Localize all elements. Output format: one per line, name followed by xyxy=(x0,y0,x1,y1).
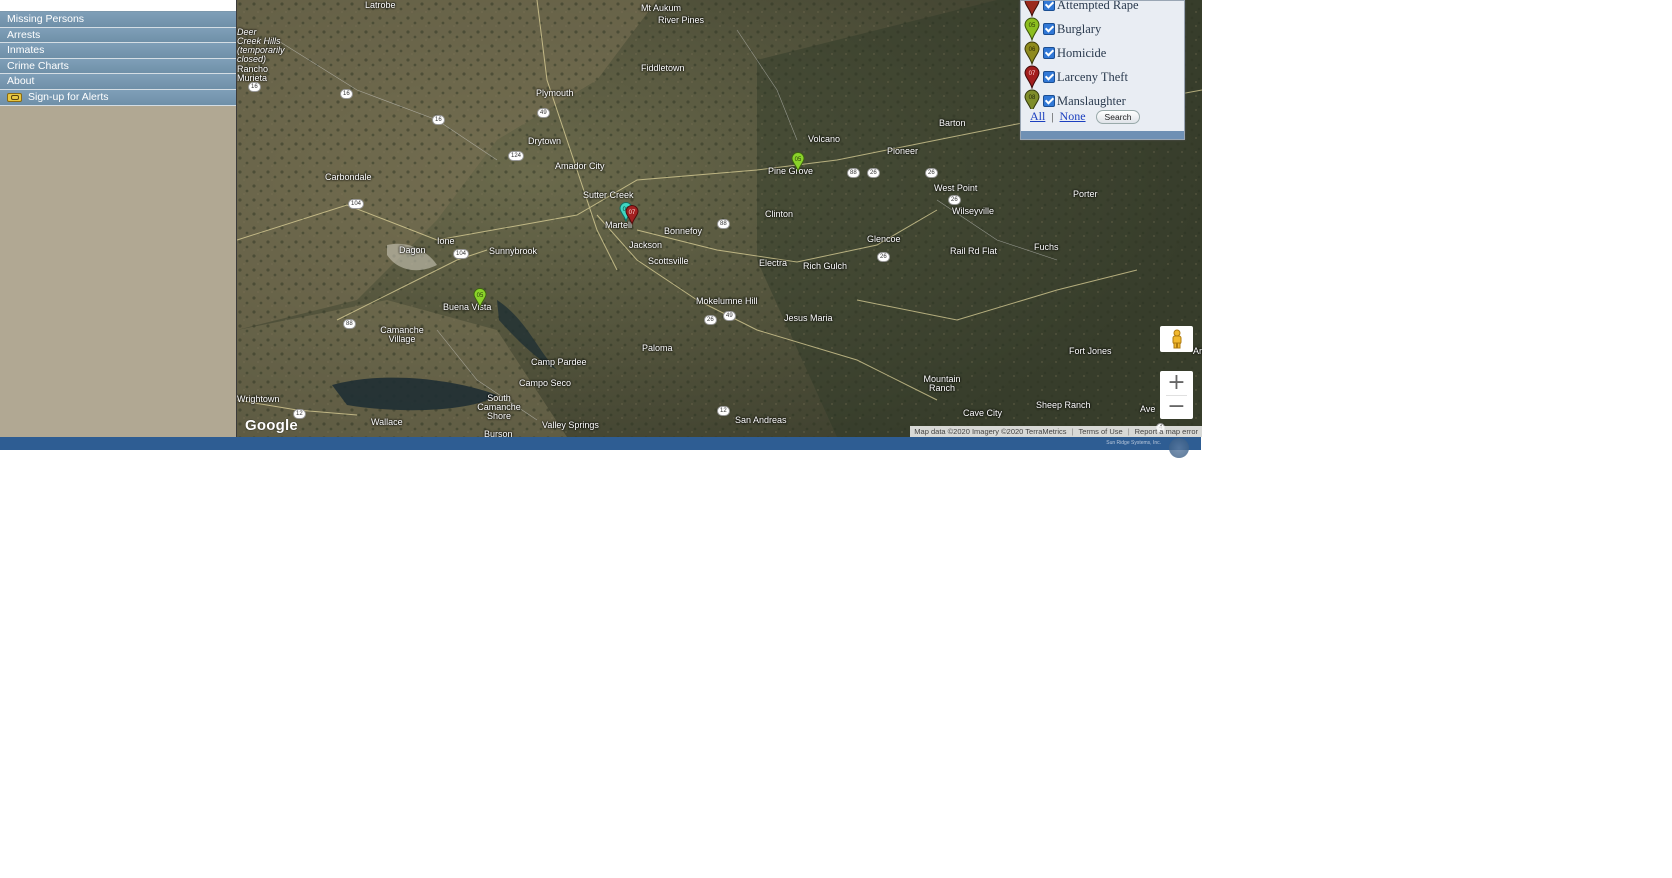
search-button[interactable]: Search xyxy=(1095,109,1141,124)
sidebar-item-crime-charts[interactable]: Crime Charts xyxy=(0,58,236,74)
select-none-link[interactable]: None xyxy=(1060,109,1086,124)
legend-checkbox[interactable] xyxy=(1043,95,1055,107)
sidebar-item-alerts[interactable]: Sign-up for Alerts xyxy=(0,89,236,106)
footer-brand: Sun Ridge Systems, Inc. xyxy=(1106,440,1161,446)
legend-item-larceny-theft[interactable]: 07 Larceny Theft xyxy=(1024,65,1128,89)
legend-separator: | xyxy=(1051,110,1054,123)
legend-item-homicide[interactable]: 06 Homicide xyxy=(1024,41,1106,65)
map-data-credit: Map data ©2020 Imagery ©2020 TerraMetric… xyxy=(914,427,1067,436)
page-footer: Sun Ridge Systems, Inc. xyxy=(0,437,1201,458)
highway-shield: 16 xyxy=(432,115,445,125)
legend-item-manslaughter[interactable]: 08 Manslaughter xyxy=(1024,89,1126,109)
terms-of-use-link[interactable]: Terms of Use xyxy=(1079,427,1123,436)
map-pin-icon: 07 xyxy=(1024,65,1040,89)
highway-shield: 26 xyxy=(877,252,890,262)
attribution-separator: | xyxy=(1127,427,1130,436)
legend-bottom-bar xyxy=(1021,131,1184,139)
legend-label: Attempted Rape xyxy=(1057,1,1139,12)
map-pin-icon: 06 xyxy=(1024,41,1040,65)
highway-shield: 26 xyxy=(948,195,961,205)
crime-marker-burglary[interactable]: 05 xyxy=(473,288,487,308)
highway-shield: 124 xyxy=(508,151,525,161)
zoom-divider xyxy=(1166,395,1187,396)
zoom-out-button[interactable]: − xyxy=(1160,395,1193,419)
highway-shield: 104 xyxy=(348,199,365,209)
crime-map[interactable]: Latrobe Mt Aukum River Pines Fiddletown … xyxy=(236,0,1202,437)
highway-shield: 49 xyxy=(537,108,550,118)
legend-checkbox[interactable] xyxy=(1043,1,1055,11)
pegman-icon xyxy=(1172,329,1181,349)
crime-type-legend: Attempted Rape 05 Burglary 06 Homicide 0… xyxy=(1020,0,1185,140)
sidebar-top-strip xyxy=(0,0,236,12)
highway-shield: 26 xyxy=(867,168,880,178)
map-attribution: Map data ©2020 Imagery ©2020 TerraMetric… xyxy=(910,426,1202,437)
highway-shield: 16 xyxy=(340,89,353,99)
svg-text:05: 05 xyxy=(795,157,802,163)
street-view-pegman[interactable] xyxy=(1160,326,1193,352)
legend-label: Homicide xyxy=(1057,45,1107,60)
alert-envelope-icon xyxy=(7,92,22,102)
highway-shield: 12 xyxy=(717,406,730,416)
legend-label: Larceny Theft xyxy=(1057,69,1128,84)
legend-item-attempted-rape[interactable]: Attempted Rape xyxy=(1024,1,1139,17)
alerts-label: Sign-up for Alerts xyxy=(28,91,109,103)
highway-shield: 26 xyxy=(925,168,938,178)
highway-shield: 49 xyxy=(723,311,736,321)
legend-item-burglary[interactable]: 05 Burglary xyxy=(1024,17,1101,41)
crime-marker-larceny[interactable]: 07 xyxy=(625,205,639,225)
report-map-error-link[interactable]: Report a map error xyxy=(1135,427,1198,436)
footer-seal-icon xyxy=(1169,438,1189,458)
highway-shield: 88 xyxy=(847,168,860,178)
attribution-separator: | xyxy=(1071,427,1074,436)
sidebar-item-inmates[interactable]: Inmates xyxy=(0,43,236,59)
crime-marker-burglary[interactable]: 05 xyxy=(791,152,805,172)
zoom-control: + − xyxy=(1160,371,1193,419)
sidebar-item-missing-persons[interactable]: Missing Persons xyxy=(0,12,236,28)
highway-shield: 16 xyxy=(248,82,261,92)
legend-checkbox[interactable] xyxy=(1043,71,1055,83)
svg-text:05: 05 xyxy=(477,293,484,299)
highway-shield: 88 xyxy=(717,219,730,229)
google-logo: Google xyxy=(245,417,298,434)
sidebar-item-about[interactable]: About xyxy=(0,74,236,90)
legend-label: Manslaughter xyxy=(1057,93,1126,108)
legend-list[interactable]: Attempted Rape 05 Burglary 06 Homicide 0… xyxy=(1021,1,1184,109)
map-pin-icon xyxy=(1024,1,1040,17)
sidebar: Missing Persons Arrests Inmates Crime Ch… xyxy=(0,0,236,437)
select-all-link[interactable]: All xyxy=(1030,109,1045,124)
zoom-in-button[interactable]: + xyxy=(1160,371,1193,395)
svg-text:06: 06 xyxy=(1029,47,1036,53)
svg-text:07: 07 xyxy=(1029,71,1036,77)
map-pin-icon: 05 xyxy=(1024,17,1040,41)
legend-checkbox[interactable] xyxy=(1043,23,1055,35)
highway-shield: 88 xyxy=(343,319,356,329)
sidebar-item-arrests[interactable]: Arrests xyxy=(0,27,236,43)
legend-label: Burglary xyxy=(1057,21,1102,36)
legend-checkbox[interactable] xyxy=(1043,47,1055,59)
svg-text:08: 08 xyxy=(1029,95,1036,101)
highway-shield: 104 xyxy=(453,249,470,259)
highway-shield: 26 xyxy=(704,315,717,325)
map-pin-icon: 08 xyxy=(1024,89,1040,109)
legend-controls: All | None Search xyxy=(1030,109,1141,124)
svg-text:05: 05 xyxy=(1029,23,1036,29)
svg-text:07: 07 xyxy=(629,210,636,216)
